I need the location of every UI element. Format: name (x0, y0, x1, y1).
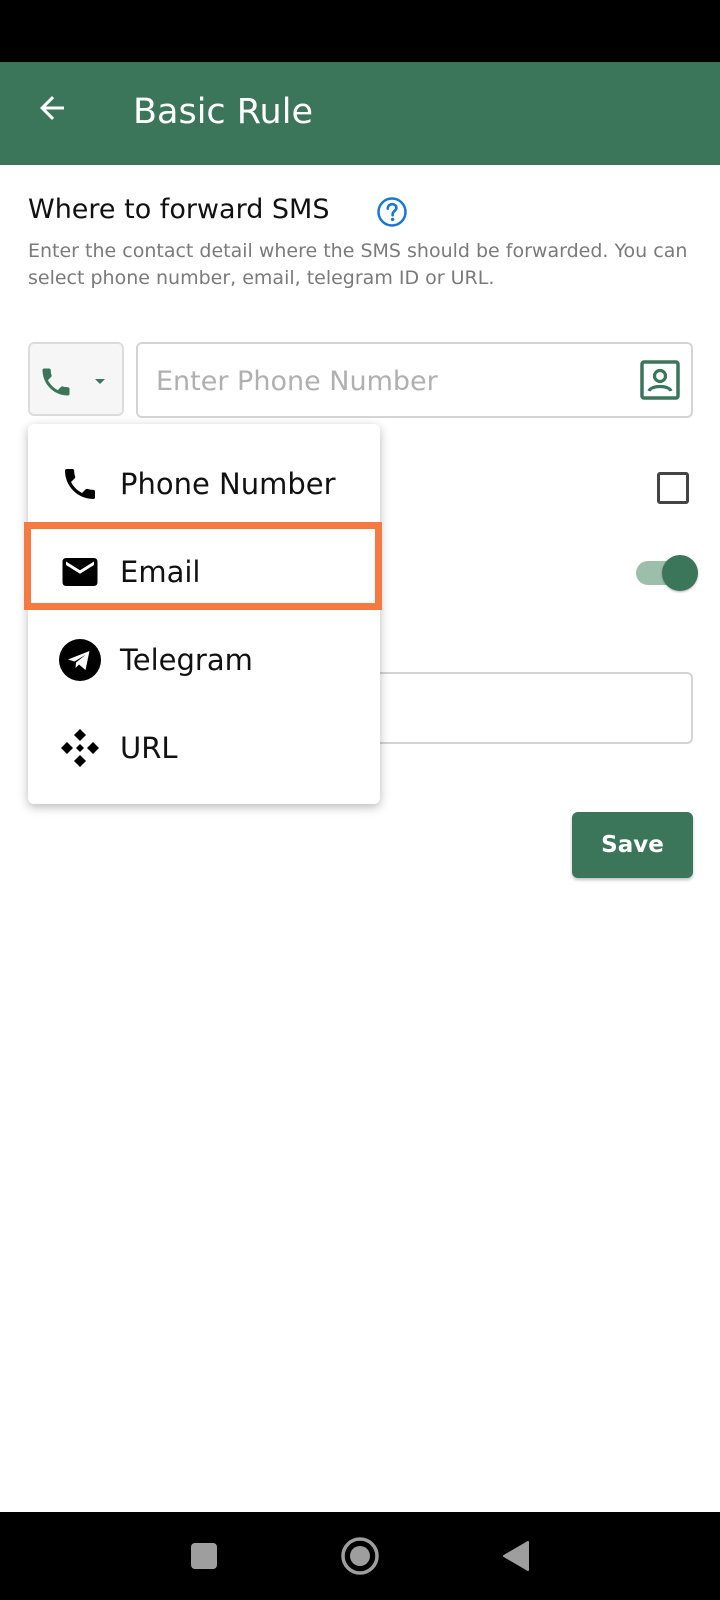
section-title: Where to forward SMS (28, 194, 330, 225)
contact-type-select[interactable] (28, 342, 124, 416)
menu-item-label: Telegram (120, 643, 253, 677)
menu-item-label: Email (120, 555, 201, 589)
menu-item-phone-number[interactable]: Phone Number (28, 440, 380, 528)
menu-item-label: URL (120, 731, 178, 765)
back-nav-button[interactable] (494, 1534, 538, 1578)
menu-item-url[interactable]: URL (28, 704, 380, 792)
phone-icon (58, 462, 102, 506)
url-icon (58, 726, 102, 770)
phone-input-field (136, 342, 693, 418)
back-button[interactable] (28, 84, 76, 132)
phone-icon (42, 368, 70, 396)
home-button[interactable] (338, 1534, 382, 1578)
option-toggle[interactable] (634, 555, 700, 591)
status-bar (0, 0, 720, 62)
text-input-field[interactable] (370, 672, 693, 744)
menu-item-telegram[interactable]: Telegram (28, 616, 380, 704)
caret-down-icon (95, 379, 105, 384)
home-circle-icon (341, 1537, 379, 1575)
telegram-icon (58, 638, 102, 682)
arrow-left-icon (40, 96, 64, 120)
system-nav-bar (0, 1512, 720, 1600)
back-triangle-icon (503, 1541, 529, 1571)
contact-picker-icon[interactable] (638, 358, 682, 402)
app-bar: Basic Rule (0, 62, 720, 165)
menu-item-label: Phone Number (120, 467, 336, 501)
page-title: Basic Rule (133, 92, 313, 132)
recents-square-icon (191, 1543, 217, 1569)
recents-button[interactable] (182, 1534, 226, 1578)
phone-number-input[interactable] (154, 356, 618, 406)
section-description: Enter the contact detail where the SMS s… (28, 240, 688, 289)
question-circle-icon[interactable] (376, 196, 408, 228)
menu-item-email[interactable]: Email (28, 528, 380, 616)
option-checkbox[interactable] (657, 472, 689, 504)
toggle-thumb (662, 555, 698, 591)
email-icon (58, 550, 102, 594)
save-button[interactable]: Save (572, 812, 693, 878)
contact-type-dropdown: Phone Number Email Telegram URL (28, 424, 380, 804)
